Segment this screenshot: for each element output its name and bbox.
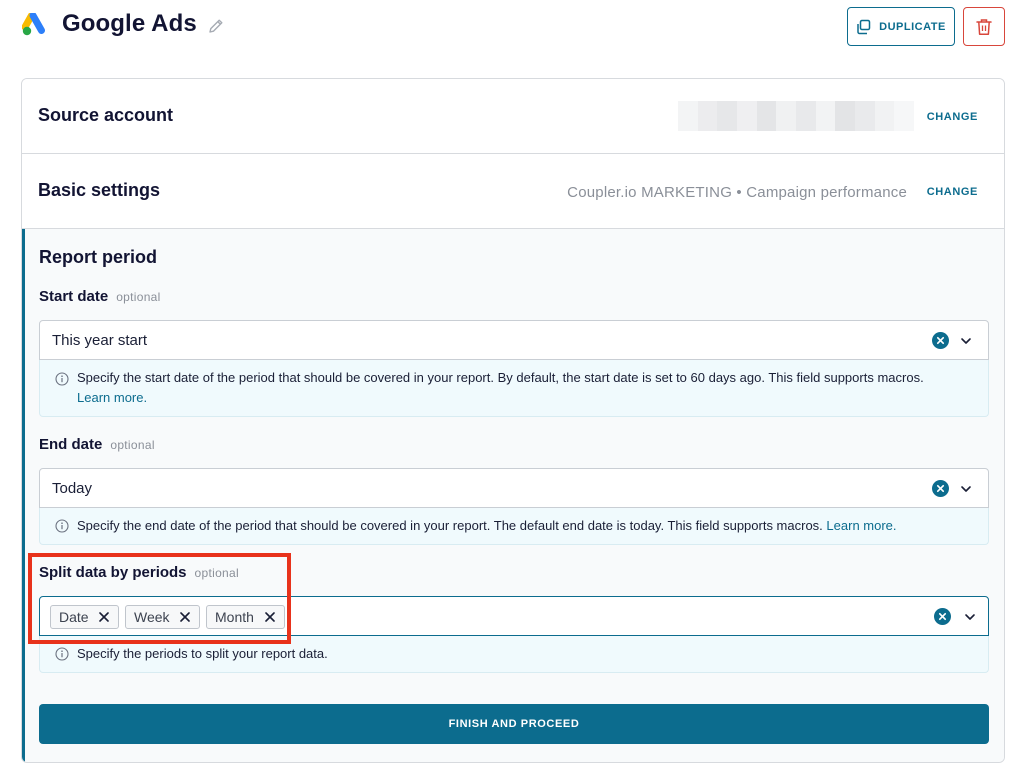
report-period-section: Report period Start date optional This ye… — [22, 229, 1004, 762]
page-title: Google Ads — [62, 10, 197, 37]
start-date-value: This year start — [52, 332, 148, 349]
split-periods-label: Split data by periods optional — [39, 564, 239, 581]
basic-settings-value: Coupler.io MARKETING • Campaign performa… — [567, 184, 907, 201]
report-period-title: Report period — [39, 247, 158, 267]
split-periods-multiselect[interactable]: Date Week Month — [39, 596, 989, 636]
pencil-edit-icon[interactable] — [207, 17, 225, 35]
duplicate-label: DUPLICATE — [879, 20, 946, 33]
source-account-row: Source account CHANGE — [22, 79, 1004, 154]
importer-settings-card: Source account CHANGE Basic settings Cou… — [21, 78, 1005, 763]
period-tag-month: Month — [206, 605, 285, 629]
start-date-learn-more-link[interactable]: Learn more. — [77, 390, 147, 405]
basic-settings-row: Basic settings Coupler.io MARKETING • Ca… — [22, 154, 1004, 229]
basic-settings-title: Basic settings — [38, 180, 161, 200]
chevron-down-icon[interactable] — [964, 611, 976, 623]
info-icon — [55, 647, 69, 661]
end-date-select[interactable]: Today — [39, 468, 989, 508]
chevron-down-icon[interactable] — [960, 483, 972, 495]
end-date-hint-text: Specify the end date of the period that … — [77, 518, 823, 533]
duplicate-button[interactable]: DUPLICATE — [847, 7, 955, 46]
start-date-hint: Specify the start date of the period tha… — [39, 360, 989, 417]
period-tag-date: Date — [50, 605, 119, 629]
finish-and-proceed-button[interactable]: FINISH AND PROCEED — [39, 704, 989, 744]
trash-icon — [976, 18, 992, 35]
end-date-label: End date optional — [39, 436, 155, 453]
chevron-down-icon[interactable] — [960, 335, 972, 347]
split-periods-hint: Specify the periods to split your report… — [39, 636, 989, 673]
end-date-learn-more-link[interactable]: Learn more. — [826, 518, 896, 533]
end-date-value: Today — [52, 480, 93, 497]
period-tag-week: Week — [125, 605, 200, 629]
end-date-hint: Specify the end date of the period that … — [39, 508, 989, 545]
remove-tag-icon[interactable] — [265, 612, 275, 622]
info-icon — [55, 519, 69, 533]
optional-tag: optional — [116, 290, 161, 304]
delete-button[interactable] — [963, 7, 1005, 46]
blurred-account-name — [678, 101, 915, 131]
clear-icon[interactable] — [932, 332, 949, 349]
copy-icon — [857, 19, 871, 34]
google-ads-logo-icon — [22, 13, 45, 36]
clear-icon[interactable] — [932, 480, 949, 497]
start-date-select[interactable]: This year start — [39, 320, 989, 360]
remove-tag-icon[interactable] — [180, 612, 190, 622]
start-date-label: Start date optional — [39, 288, 161, 305]
remove-tag-icon[interactable] — [99, 612, 109, 622]
optional-tag: optional — [194, 566, 239, 580]
info-icon — [55, 372, 69, 386]
start-date-hint-text: Specify the start date of the period tha… — [77, 370, 924, 385]
split-periods-hint-text: Specify the periods to split your report… — [77, 646, 328, 661]
basic-settings-change-link[interactable]: CHANGE — [927, 186, 978, 198]
source-account-title: Source account — [38, 105, 174, 125]
clear-icon[interactable] — [934, 608, 951, 625]
source-account-change-link[interactable]: CHANGE — [927, 111, 978, 123]
page-header: Google Ads DUPLICATE — [0, 0, 1017, 60]
optional-tag: optional — [110, 438, 155, 452]
